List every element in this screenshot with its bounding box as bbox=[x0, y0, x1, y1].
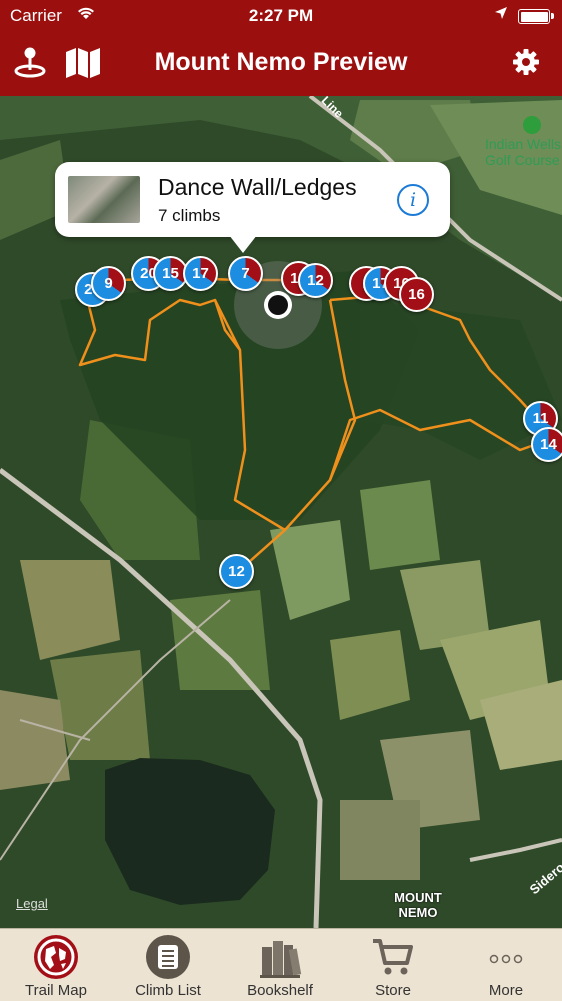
tab-trail-map[interactable]: Trail Map bbox=[0, 929, 112, 1001]
page-title: Mount Nemo Preview bbox=[154, 48, 408, 76]
tab-label: Bookshelf bbox=[247, 982, 313, 999]
climb-marker[interactable]: 12 bbox=[298, 263, 333, 298]
tab-climb-list[interactable]: Climb List bbox=[112, 929, 224, 1001]
climb-marker[interactable]: 9 bbox=[91, 266, 126, 301]
gear-icon[interactable] bbox=[508, 44, 544, 80]
climb-marker[interactable]: 16 bbox=[399, 277, 434, 312]
tab-bookshelf[interactable]: Bookshelf bbox=[224, 929, 336, 1001]
climb-marker[interactable]: 14 bbox=[531, 427, 562, 462]
tab-label: Store bbox=[375, 982, 411, 999]
tab-label: Trail Map bbox=[25, 982, 87, 999]
globe-icon bbox=[34, 935, 78, 979]
battery-icon bbox=[518, 9, 554, 24]
status-time: 2:27 PM bbox=[248, 6, 314, 25]
info-icon[interactable]: i bbox=[397, 184, 429, 216]
place-label: MOUNT NEMO bbox=[394, 890, 442, 920]
tab-bar: Trail Map Climb List Bookshelf Store Mor… bbox=[0, 928, 562, 1001]
area-thumbnail bbox=[68, 176, 140, 223]
status-bar: Carrier 2:27 PM bbox=[0, 0, 562, 32]
legal-link[interactable]: Legal bbox=[16, 896, 48, 911]
callout-subtitle: 7 climbs bbox=[158, 206, 221, 225]
climb-marker[interactable]: 12 bbox=[219, 554, 254, 589]
callout-title: Dance Wall/Ledges bbox=[158, 174, 357, 200]
tab-more[interactable]: More bbox=[450, 929, 562, 1001]
tab-label: Climb List bbox=[135, 982, 201, 999]
golf-course-icon bbox=[523, 116, 541, 134]
climb-marker[interactable]: 17 bbox=[183, 256, 218, 291]
tab-label: More bbox=[488, 982, 524, 999]
climb-marker[interactable]: 7 bbox=[228, 256, 263, 291]
golf-course-label: Indian Wells Golf Course bbox=[485, 136, 562, 168]
list-icon bbox=[146, 935, 190, 979]
nav-bar: Mount Nemo Preview bbox=[0, 32, 562, 96]
location-arrow-icon bbox=[494, 6, 508, 23]
more-icon bbox=[489, 954, 523, 964]
area-callout[interactable]: Dance Wall/Ledges 7 climbs i bbox=[55, 162, 450, 253]
tab-store[interactable]: Store bbox=[337, 929, 449, 1001]
cart-icon bbox=[373, 939, 413, 975]
books-icon bbox=[260, 941, 302, 978]
callout-pointer bbox=[229, 235, 257, 253]
